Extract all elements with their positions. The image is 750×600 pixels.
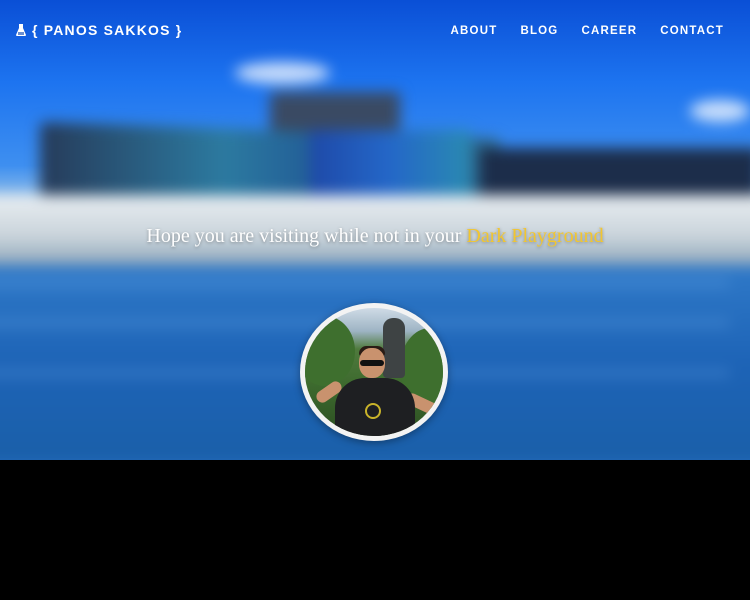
page-bottom — [0, 460, 750, 600]
brand-link[interactable]: { PANOS SAKKOS } — [16, 22, 182, 38]
nav-menu: ABOUT BLOG CAREER CONTACT — [428, 25, 724, 37]
hero-tagline: Hope you are visiting while not in your … — [0, 222, 750, 250]
tagline-highlight: Dark Playground — [466, 225, 604, 247]
brand-name: { PANOS SAKKOS } — [32, 22, 183, 38]
nav-item-blog[interactable]: BLOG — [520, 25, 558, 37]
flask-icon — [16, 24, 26, 36]
avatar — [300, 303, 448, 441]
profile-photo — [305, 308, 443, 436]
nav-item-contact[interactable]: CONTACT — [660, 25, 724, 37]
nav-item-career[interactable]: CAREER — [581, 25, 637, 37]
nav-item-about[interactable]: ABOUT — [451, 25, 498, 37]
top-navbar: { PANOS SAKKOS } ABOUT BLOG CAREER CONTA… — [0, 0, 750, 62]
tagline-text: Hope you are visiting while not in your — [146, 225, 467, 247]
